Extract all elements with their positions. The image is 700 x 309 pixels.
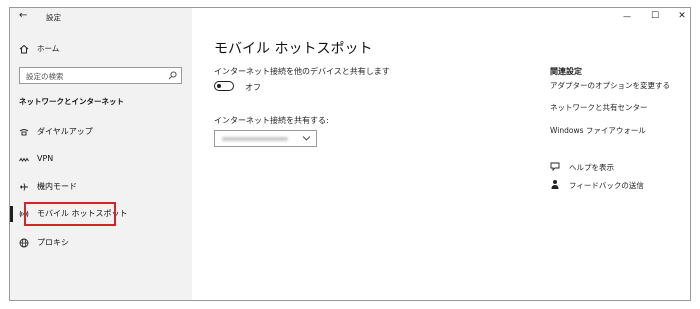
connection-dropdown[interactable] bbox=[214, 130, 317, 147]
page-title: モバイル ホットスポット bbox=[214, 41, 373, 57]
sidebar-item-airplane[interactable]: 機内モード bbox=[10, 177, 192, 197]
windows-firewall-link[interactable]: Windows ファイアウォール bbox=[550, 125, 646, 136]
minimize-button[interactable]: — bbox=[620, 11, 634, 23]
help-link[interactable]: ヘルプを表示 bbox=[569, 162, 614, 173]
network-sharing-center-link[interactable]: ネットワークと共有センター bbox=[550, 102, 648, 113]
search-icon bbox=[168, 71, 177, 80]
sidebar-item-label: ホーム bbox=[37, 44, 60, 53]
home-icon bbox=[19, 44, 29, 54]
back-arrow-icon[interactable]: ← bbox=[19, 10, 27, 21]
sidebar-item-proxy[interactable]: プロキシ bbox=[10, 233, 192, 253]
maximize-button[interactable]: ☐ bbox=[648, 10, 662, 22]
sidebar-item-label: VPN bbox=[37, 154, 54, 163]
dialup-icon bbox=[19, 129, 29, 136]
related-settings-title: 関連設定 bbox=[550, 67, 582, 76]
hotspot-toggle[interactable] bbox=[214, 81, 234, 91]
sidebar: ← 設定 ホーム 設定の検索 ネットワークとインターネット ダイヤルアップ VP… bbox=[10, 8, 192, 300]
share-label: インターネット接続を他のデバイスと共有します bbox=[214, 67, 390, 76]
vpn-icon bbox=[19, 157, 29, 162]
blurred-value bbox=[222, 137, 288, 141]
airplane-icon bbox=[20, 183, 28, 191]
toggle-knob bbox=[217, 83, 221, 88]
feedback-link[interactable]: フィードバックの送信 bbox=[569, 180, 644, 191]
sidebar-item-label: プロキシ bbox=[37, 238, 69, 247]
sidebar-item-dialup[interactable]: ダイヤルアップ bbox=[10, 122, 192, 142]
chevron-down-icon bbox=[302, 136, 311, 141]
section-title: ネットワークとインターネット bbox=[19, 97, 124, 106]
share-from-label: インターネット接続を共有する: bbox=[214, 116, 329, 125]
toggle-state-label: オフ bbox=[245, 83, 261, 92]
search-placeholder: 設定の検索 bbox=[26, 72, 64, 81]
main-content: — ☐ ✕ モバイル ホットスポット インターネット接続を他のデバイスと共有しま… bbox=[192, 8, 690, 300]
help-icon bbox=[550, 162, 560, 171]
search-input[interactable]: 設定の検索 bbox=[19, 67, 182, 84]
settings-window: ← 設定 ホーム 設定の検索 ネットワークとインターネット ダイヤルアップ VP… bbox=[9, 7, 691, 301]
feedback-icon bbox=[551, 180, 559, 189]
globe-icon bbox=[19, 238, 29, 248]
sidebar-item-label: 機内モード bbox=[37, 182, 77, 191]
sidebar-item-home[interactable]: ホーム bbox=[10, 39, 192, 59]
selection-highlight-box bbox=[24, 202, 116, 226]
sidebar-item-vpn[interactable]: VPN bbox=[10, 150, 192, 170]
close-button[interactable]: ✕ bbox=[675, 10, 689, 22]
window-title: 設定 bbox=[46, 13, 61, 22]
adapter-options-link[interactable]: アダプターのオプションを変更する bbox=[550, 80, 670, 91]
sidebar-item-label: ダイヤルアップ bbox=[37, 127, 93, 136]
